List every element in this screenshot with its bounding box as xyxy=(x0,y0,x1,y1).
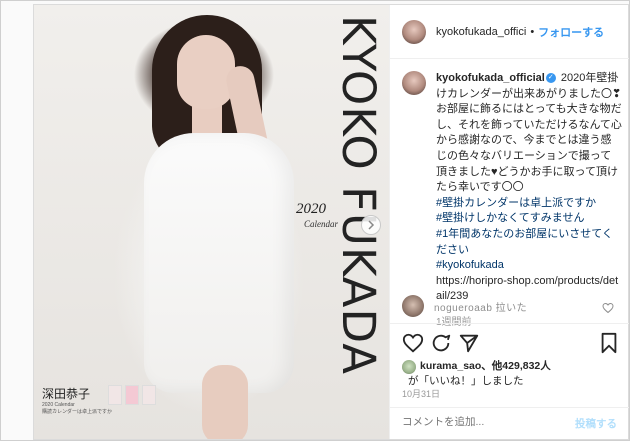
liker-username[interactable]: kurama_sao xyxy=(420,360,481,372)
likes-suffix: が「いいね！」しました xyxy=(408,375,524,387)
post-date[interactable]: 10月31日 xyxy=(402,387,440,400)
likes-line: kurama_sao、他429,832人 xyxy=(420,359,622,374)
calendar-thumbnail xyxy=(108,385,122,405)
caption-avatar[interactable] xyxy=(402,71,426,95)
calendar-subtitle: Calendar xyxy=(304,219,339,229)
avatar[interactable] xyxy=(402,19,426,44)
likes-summary: kurama_sao、他429,832人 が「いいね！」しました xyxy=(402,359,622,389)
post-side-panel: kyokofukada_offici • フォローする kyokofukada_… xyxy=(389,5,629,439)
action-bar xyxy=(390,323,629,359)
comment-avatar[interactable] xyxy=(402,295,424,317)
photo-figure-face xyxy=(177,35,235,109)
photo-figure-shirt xyxy=(144,133,294,393)
instagram-post: KYOKO FUKADA 2020 Calendar 深田恭子 2020 Cal… xyxy=(33,4,629,440)
caption-username[interactable]: kyokofukada_official xyxy=(436,72,545,84)
heart-icon[interactable] xyxy=(602,302,614,314)
share-icon[interactable] xyxy=(458,332,480,354)
post-caption: kyokofukada_official ✓ 2020年壁掛けカレンダーが出来あが… xyxy=(402,71,622,328)
bookmark-icon[interactable] xyxy=(598,332,620,354)
calendar-thumbnails xyxy=(108,385,156,405)
chevron-right-icon xyxy=(368,220,375,230)
verified-badge-icon: ✓ xyxy=(545,72,556,83)
post-comment-button[interactable]: 投稿する xyxy=(575,416,617,431)
calendar-footer: 深田恭子 2020 Calendar 購読カレンダーは卓上派ですか xyxy=(42,385,182,416)
likes-count[interactable]: 、他429,832人 xyxy=(481,360,550,372)
header-separator: • xyxy=(530,25,535,38)
comment-input[interactable] xyxy=(402,416,562,428)
heart-icon[interactable] xyxy=(402,332,424,354)
comment-row: nogueroaab 拉いた xyxy=(402,295,622,319)
header-username[interactable]: kyokofukada_offici xyxy=(436,26,526,38)
photo-figure-leg xyxy=(202,365,248,439)
window-frame: KYOKO FUKADA 2020 Calendar 深田恭子 2020 Cal… xyxy=(0,0,630,441)
liker-avatar[interactable] xyxy=(402,360,416,374)
hashtag-link[interactable]: #1年間あなたのお部屋にいさせてください xyxy=(436,228,613,256)
hashtag-link[interactable]: #kyokofukada xyxy=(436,259,504,271)
hashtag-link[interactable]: #壁掛けしかなくてすみません xyxy=(436,212,584,224)
comment-icon[interactable] xyxy=(430,332,452,354)
next-image-button[interactable] xyxy=(361,215,381,235)
post-header: kyokofukada_offici • フォローする xyxy=(390,5,629,59)
calendar-footer-small: 購読カレンダーは卓上派ですか xyxy=(42,409,113,415)
caption-body: kyokofukada_official ✓ 2020年壁掛けカレンダーが出来あが… xyxy=(436,71,622,305)
calendar-thumbnail xyxy=(125,385,139,405)
post-image[interactable]: KYOKO FUKADA 2020 Calendar 深田恭子 2020 Cal… xyxy=(34,5,389,439)
caption-text: 2020年壁掛けカレンダーが出来あがりました〇❣お部屋に飾るにはとっても大きな物… xyxy=(436,72,622,194)
comment-text: nogueroaab 拉いた xyxy=(434,303,528,314)
follow-button[interactable]: フォローする xyxy=(538,24,604,40)
calendar-year: 2020 xyxy=(296,201,326,217)
hashtag-link[interactable]: #壁掛カレンダーは卓上派ですか xyxy=(436,197,596,209)
comment-box: 投稿する xyxy=(390,407,629,439)
calendar-thumbnail xyxy=(142,385,156,405)
